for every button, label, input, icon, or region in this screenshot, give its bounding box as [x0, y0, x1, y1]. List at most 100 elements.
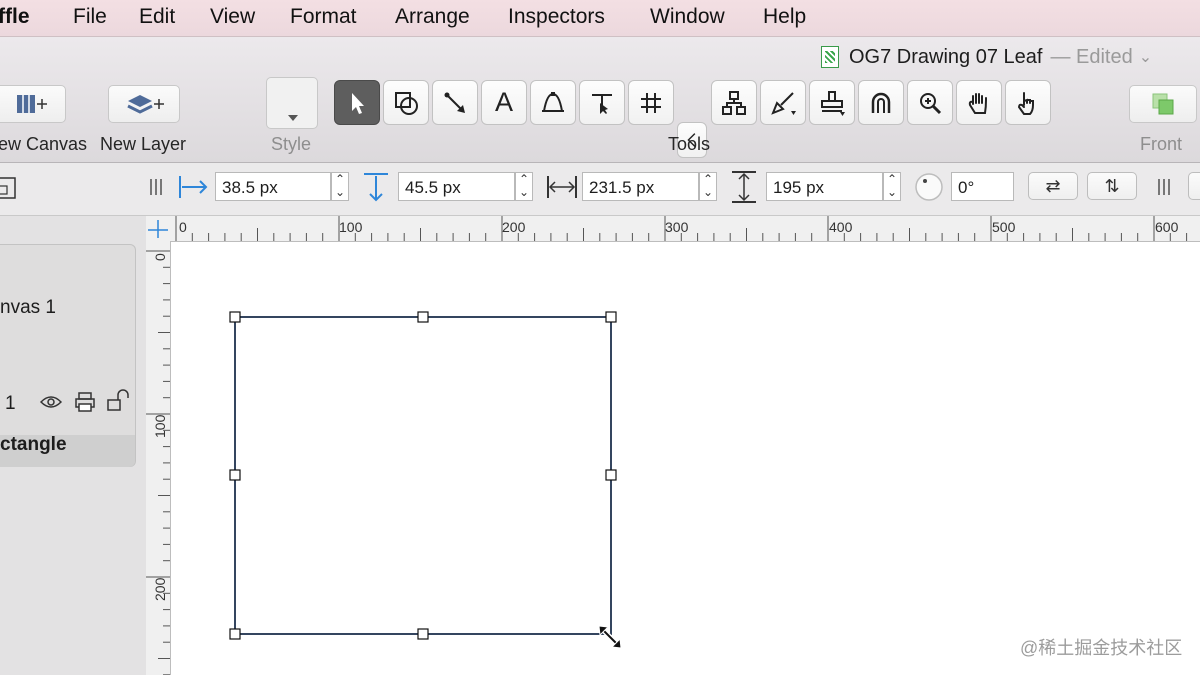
- front-label: Front: [1140, 134, 1183, 154]
- bezier-icon: [542, 91, 564, 112]
- overflow-button[interactable]: [1188, 172, 1200, 200]
- layer-name[interactable]: 1: [5, 393, 16, 415]
- point-edit-icon: [592, 93, 612, 114]
- height-icon: [732, 171, 756, 203]
- rotation-field[interactable]: 0°: [951, 172, 1014, 201]
- flip-horizontal-icon: ⇄: [1045, 175, 1061, 196]
- geometry-inspector-bar: 38.5 px ⌃ ⌄ 45.5 px ⌃ ⌄ 231.5 px ⌃ ⌄ 195 px…: [0, 163, 1200, 216]
- ruler-label: 500: [992, 219, 1016, 235]
- y-position-stepper[interactable]: ⌃ ⌄: [515, 172, 533, 201]
- ruler-label: 600: [1155, 219, 1179, 235]
- watermark: @稀土掘金技术社区: [1020, 638, 1183, 658]
- chevron-down-icon[interactable]: ⌄: [1139, 47, 1152, 67]
- ruler-origin-icon[interactable]: [146, 218, 170, 240]
- ruler-label: 100: [339, 219, 363, 235]
- point-editor-tool[interactable]: [579, 80, 625, 125]
- toolbar: OG7 Drawing 07 Leaf — Edited ⌄ ew Canvas…: [0, 37, 1200, 163]
- rotation-dial-icon[interactable]: [914, 172, 944, 202]
- separator-handle: [150, 179, 162, 195]
- height-stepper[interactable]: ⌃ ⌄: [883, 172, 901, 201]
- diagram-tool[interactable]: [628, 80, 674, 125]
- hierarchy-tool[interactable]: [711, 80, 757, 125]
- width-icon: [547, 176, 577, 198]
- menu-file[interactable]: File: [73, 5, 107, 29]
- y-position-icon: [364, 173, 388, 202]
- ruler-label: 0: [179, 219, 187, 235]
- height-field[interactable]: 195 px: [766, 172, 883, 201]
- drawing-canvas[interactable]: [171, 242, 1200, 675]
- menu-edit[interactable]: Edit: [139, 5, 175, 29]
- x-position-field[interactable]: 38.5 px: [215, 172, 331, 201]
- hand-tool[interactable]: [956, 80, 1002, 125]
- ruler-label: 0: [152, 253, 168, 261]
- width-stepper[interactable]: ⌃ ⌄: [699, 172, 717, 201]
- bring-to-front-button[interactable]: [1129, 85, 1197, 123]
- menu-window[interactable]: Window: [650, 5, 725, 29]
- y-position-field[interactable]: 45.5 px: [398, 172, 515, 201]
- separator-handle: [1158, 179, 1170, 195]
- ruler-label: 100: [152, 414, 168, 438]
- unlock-icon[interactable]: [106, 389, 132, 413]
- pointing-hand-icon: [1017, 91, 1034, 115]
- zoom-in-icon: [920, 92, 942, 114]
- ruler-ticks: [146, 250, 170, 675]
- menu-bar: ffle File Edit View Format Arrange Inspe…: [0, 0, 1200, 37]
- new-canvas-button[interactable]: [0, 85, 66, 123]
- sidebar: nvas 1 1 ctangle: [0, 216, 147, 675]
- bezier-tool[interactable]: [530, 80, 576, 125]
- arrow-pointer-icon: [352, 92, 364, 114]
- shape-tool[interactable]: [383, 80, 429, 125]
- tools-label: Tools: [668, 134, 711, 154]
- hierarchy-icon: [722, 90, 746, 115]
- bring-to-front-icon: [1152, 93, 1174, 115]
- flip-vertical-icon: ⇅: [1104, 175, 1120, 196]
- brush-icon: [771, 91, 796, 115]
- printer-icon[interactable]: [74, 391, 96, 413]
- width-field[interactable]: 231.5 px: [582, 172, 699, 201]
- new-layer-label: New Layer: [100, 134, 187, 154]
- menu-help[interactable]: Help: [763, 5, 806, 29]
- hash-icon: [641, 92, 661, 113]
- magnet-tool[interactable]: [858, 80, 904, 125]
- selection-tool[interactable]: [334, 80, 380, 125]
- new-canvas-icon: [17, 95, 47, 113]
- new-canvas-label: ew Canvas: [0, 134, 88, 154]
- menu-arrange[interactable]: Arrange: [395, 5, 470, 29]
- window-title: OG7 Drawing 07 Leaf — Edited ⌄: [821, 44, 1152, 70]
- line-tool[interactable]: [432, 80, 478, 125]
- x-position-stepper[interactable]: ⌃ ⌄: [331, 172, 349, 201]
- horizontal-ruler[interactable]: 0 100 200 300 400 500 600: [146, 216, 1200, 242]
- menu-view[interactable]: View: [210, 5, 255, 29]
- menu-inspectors[interactable]: Inspectors: [508, 5, 605, 29]
- zoom-tool[interactable]: [907, 80, 953, 125]
- flip-vertical-button[interactable]: ⇅: [1087, 172, 1137, 200]
- object-name[interactable]: ctangle: [0, 434, 67, 456]
- browse-tool[interactable]: [1005, 80, 1051, 125]
- stamp-icon: [821, 90, 845, 116]
- style-label: Style: [271, 134, 312, 154]
- hand-icon: [968, 92, 987, 114]
- eye-icon[interactable]: [40, 394, 62, 410]
- dropdown-triangle-icon: [288, 115, 298, 121]
- canvas-size-icon[interactable]: [0, 176, 18, 200]
- line-icon: [444, 92, 465, 113]
- vertical-ruler[interactable]: 0 100 200: [146, 241, 171, 675]
- style-button[interactable]: [266, 77, 318, 129]
- resize-cursor-icon: [598, 625, 622, 649]
- shapes-icon: [395, 91, 418, 115]
- edited-status[interactable]: — Edited: [1050, 46, 1132, 69]
- text-tool[interactable]: A: [481, 80, 527, 125]
- selected-rectangle[interactable]: [229, 311, 619, 641]
- rubber-stamp-tool[interactable]: [809, 80, 855, 125]
- canvas-name[interactable]: nvas 1: [0, 297, 56, 319]
- new-layer-button[interactable]: [108, 85, 180, 123]
- document-title[interactable]: OG7 Drawing 07 Leaf: [849, 46, 1042, 69]
- menu-app[interactable]: ffle: [0, 5, 30, 29]
- magnet-icon: [871, 92, 891, 113]
- flip-horizontal-button[interactable]: ⇄: [1028, 172, 1078, 200]
- style-brush-tool[interactable]: [760, 80, 806, 125]
- canvas-card[interactable]: nvas 1 1 ctangle: [0, 244, 136, 467]
- menu-format[interactable]: Format: [290, 5, 357, 29]
- ruler-label: 400: [829, 219, 853, 235]
- document-icon: [821, 46, 839, 68]
